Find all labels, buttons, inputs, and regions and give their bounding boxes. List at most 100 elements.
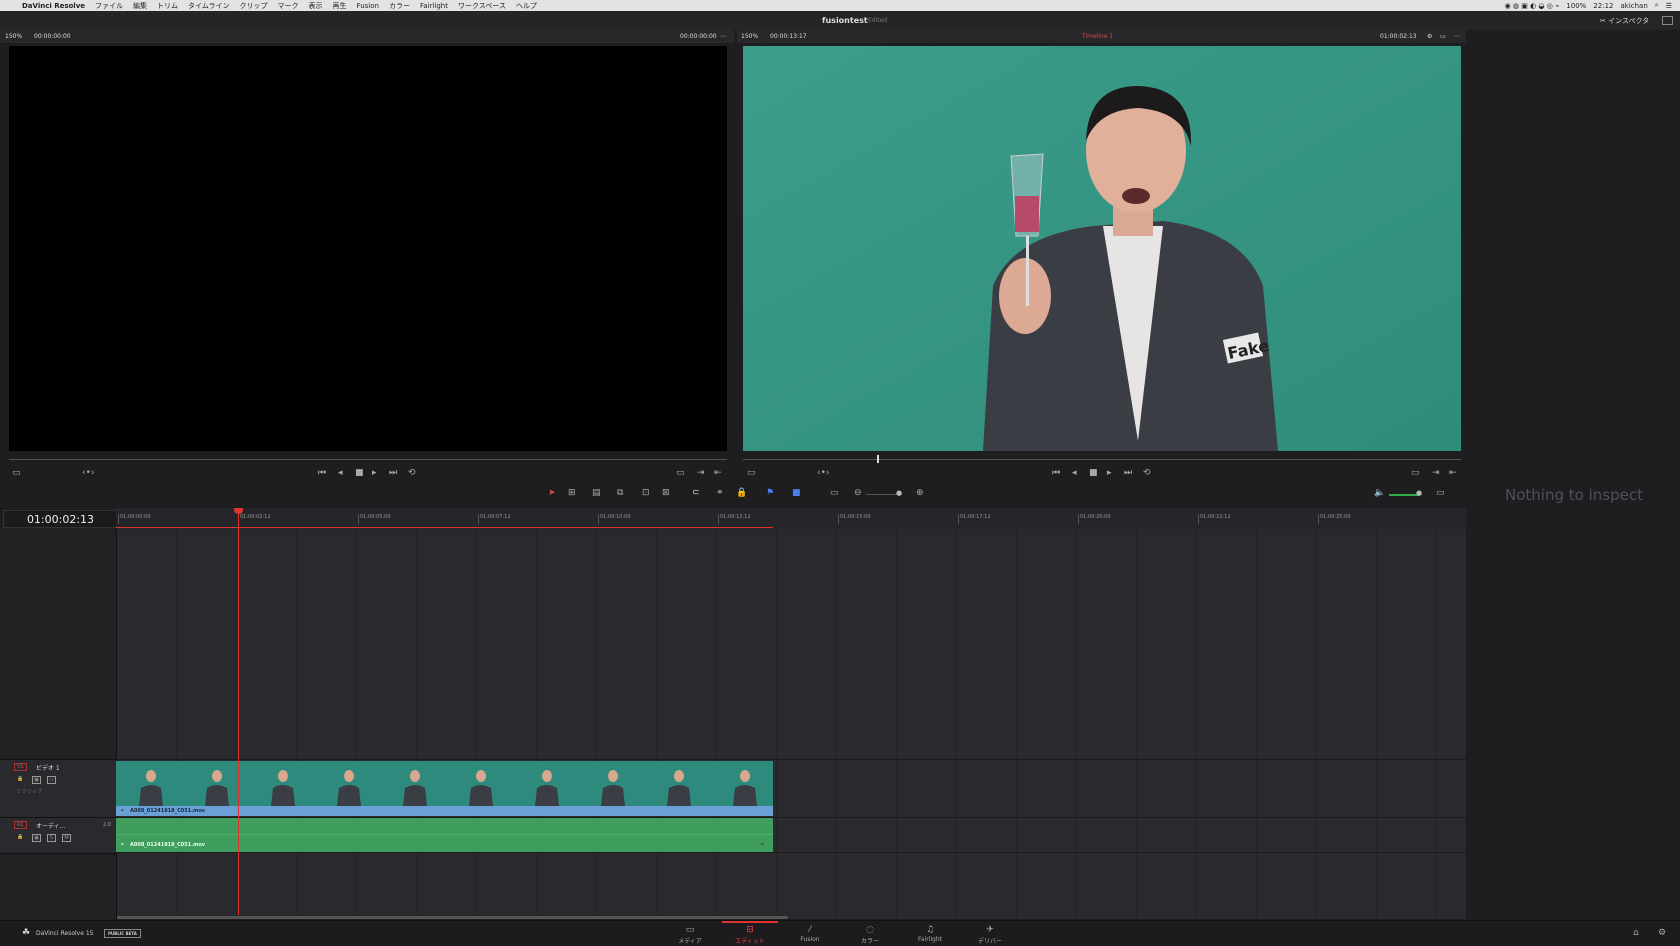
timeline-match-frame-icon[interactable]: ▭ [1411, 468, 1420, 478]
notification-icon[interactable]: ☰ [1666, 2, 1672, 10]
timeline-tracks-area[interactable] [116, 529, 1466, 919]
blade-tool-icon[interactable]: ▤ [592, 488, 601, 498]
audio-track-name[interactable]: オーディ... [36, 821, 65, 830]
video-track-visibility-icon[interactable]: ▭ [47, 776, 56, 784]
battery-percent[interactable]: 100% [1566, 2, 1586, 10]
page-fairlight[interactable]: ♫ Fairlight [907, 925, 953, 943]
replace-clip-icon[interactable]: ⊠ [662, 488, 670, 498]
timeline-name-dropdown[interactable]: Timeline 1 [1082, 33, 1113, 40]
source-stop-button[interactable]: ■ [355, 468, 364, 478]
insert-clip-icon[interactable]: ⧉ [617, 488, 623, 498]
audio-clip[interactable]: ⚭ A008_01241818_C051.mov ⌁ [116, 818, 773, 852]
source-options-icon[interactable]: ⋯ [720, 33, 726, 40]
source-match-frame-icon[interactable]: ▭ [676, 468, 685, 478]
source-view-mode-icon[interactable]: ▭ [12, 468, 21, 478]
playhead[interactable] [238, 508, 239, 915]
zoom-slider-knob[interactable]: ● [896, 489, 902, 497]
menu-workspace[interactable]: ワークスペース [458, 1, 506, 11]
status-icons[interactable]: ◉ ◍ ▣ ◐ ◒ ◎ ⌁ [1505, 2, 1560, 10]
volume-slider[interactable] [1389, 494, 1419, 496]
audio-track-solo-button[interactable]: S [47, 834, 56, 842]
viewer-layout-icon[interactable]: ▭ [1440, 33, 1446, 40]
page-media[interactable]: ▭ メディア [667, 925, 713, 945]
timeline-play-button[interactable]: ▸ [1107, 468, 1112, 478]
selection-tool-icon[interactable]: ➤ [548, 488, 556, 498]
audio-volume-icon[interactable]: 🔈 [1374, 488, 1385, 498]
timeline-ruler[interactable]: 01:00:00:00 01:00:02:12 01:00:05:00 01:0… [116, 508, 1466, 529]
source-viewer-screen[interactable] [9, 46, 727, 451]
video-track-name[interactable]: ビデオ 1 [36, 763, 60, 772]
menu-file[interactable]: ファイル [95, 1, 123, 11]
timeline-scrub-bar[interactable] [743, 459, 1461, 460]
audio-track-header[interactable]: A1 オーディ... 2.0 🔒 ▣ S M [0, 817, 116, 854]
minimize-icon[interactable] [1662, 16, 1673, 25]
snapping-icon[interactable]: ⊂ [692, 488, 700, 498]
timeline-mark-in-icon[interactable]: ⇥ [1432, 468, 1440, 478]
app-menu[interactable]: DaVinci Resolve [22, 2, 85, 10]
timeline-horizontal-scrollbar[interactable] [116, 916, 788, 919]
menu-help[interactable]: ヘルプ [516, 1, 537, 11]
timeline-viewer-options-icon[interactable]: ⋯ [1454, 33, 1460, 40]
page-fusion[interactable]: ⁄ Fusion [787, 925, 833, 943]
timeline-scrub-handle[interactable] [877, 455, 880, 463]
zoom-out-icon[interactable]: ⊖ [854, 488, 862, 498]
timeline-jog-icon[interactable]: ‹•› [817, 468, 830, 478]
volume-slider-knob[interactable]: ● [1416, 489, 1422, 497]
settings-gear-icon[interactable]: ⚙ [1658, 928, 1666, 938]
timeline-mark-out-icon[interactable]: ⇤ [1449, 468, 1457, 478]
viewer-settings-icon[interactable]: ⚙ [1427, 33, 1432, 40]
menu-trim[interactable]: トリム [157, 1, 178, 11]
timeline-first-frame-button[interactable]: ⏮ [1052, 468, 1060, 478]
zoom-in-icon[interactable]: ⊕ [916, 488, 924, 498]
link-icon[interactable]: ⚭ [716, 488, 724, 498]
menu-timeline[interactable]: タイムライン [188, 1, 230, 11]
page-edit[interactable]: ⊟ エディット [727, 925, 773, 945]
timeline-loop-button[interactable]: ⟲ [1143, 468, 1151, 478]
timeline-view-options-icon[interactable]: ▭ [830, 488, 839, 498]
menu-edit[interactable]: 編集 [133, 1, 147, 11]
menu-fusion[interactable]: Fusion [357, 2, 379, 10]
page-color[interactable]: ◌ カラー [847, 925, 893, 945]
video-track-tag[interactable]: V1 [14, 763, 27, 771]
overwrite-clip-icon[interactable]: ⊡ [642, 488, 650, 498]
inspector-toggle-button[interactable]: ✂ インスペクタ [1600, 16, 1649, 26]
source-mark-in-icon[interactable]: ⇥ [697, 468, 705, 478]
menu-playback[interactable]: 再生 [333, 1, 347, 11]
lock-icon[interactable]: 🔒 [736, 488, 747, 498]
source-first-frame-button[interactable]: ⏮ [318, 468, 326, 478]
user-name[interactable]: akichan [1620, 2, 1647, 10]
spotlight-icon[interactable]: ⌕ [1655, 1, 1659, 10]
source-last-frame-button[interactable]: ⏭ [389, 468, 397, 478]
timeline-view-mode-icon[interactable]: ▭ [747, 468, 756, 478]
timeline-current-timecode[interactable]: 01:00:02:13 [3, 510, 118, 528]
marker-icon[interactable]: ■ [792, 488, 801, 498]
source-scrub-bar[interactable] [9, 459, 727, 460]
home-icon[interactable]: ⌂ [1633, 928, 1639, 938]
source-reverse-button[interactable]: ◂ [338, 468, 343, 478]
source-zoom[interactable]: 150% [5, 33, 22, 40]
audio-meter-icon[interactable]: ▭ [1436, 488, 1445, 498]
timeline-viewer-zoom[interactable]: 150% [741, 33, 758, 40]
source-jog-icon[interactable]: ‹•› [82, 468, 95, 478]
video-track-auto-select-icon[interactable]: ▣ [32, 776, 41, 784]
menu-mark[interactable]: マーク [278, 1, 299, 11]
flag-icon[interactable]: ⚑ [766, 488, 774, 498]
timeline-last-frame-button[interactable]: ⏭ [1124, 468, 1132, 478]
menu-clip[interactable]: クリップ [240, 1, 268, 11]
timeline-reverse-button[interactable]: ◂ [1072, 468, 1077, 478]
audio-track-auto-select-icon[interactable]: ▣ [32, 834, 41, 842]
video-clip[interactable]: ⚭ A008_01241818_C051.mov [116, 761, 773, 816]
menu-fairlight[interactable]: Fairlight [420, 2, 448, 10]
menu-color[interactable]: カラー [389, 1, 410, 11]
menu-view[interactable]: 表示 [309, 1, 323, 11]
page-deliver[interactable]: ✈ デリバー [967, 925, 1013, 945]
clock[interactable]: 22:12 [1593, 2, 1613, 10]
video-track-header[interactable]: V1 ビデオ 1 🔒 ▣ ▭ 1 クリップ [0, 759, 116, 818]
trim-tool-icon[interactable]: ⊞ [568, 488, 576, 498]
audio-track-tag[interactable]: A1 [14, 821, 27, 829]
timeline-viewer-screen[interactable]: Fake [743, 46, 1461, 451]
source-play-button[interactable]: ▸ [372, 468, 377, 478]
audio-track-mute-button[interactable]: M [62, 834, 71, 842]
source-mark-out-icon[interactable]: ⇤ [714, 468, 722, 478]
video-track-lock-icon[interactable]: 🔒 [17, 776, 24, 782]
